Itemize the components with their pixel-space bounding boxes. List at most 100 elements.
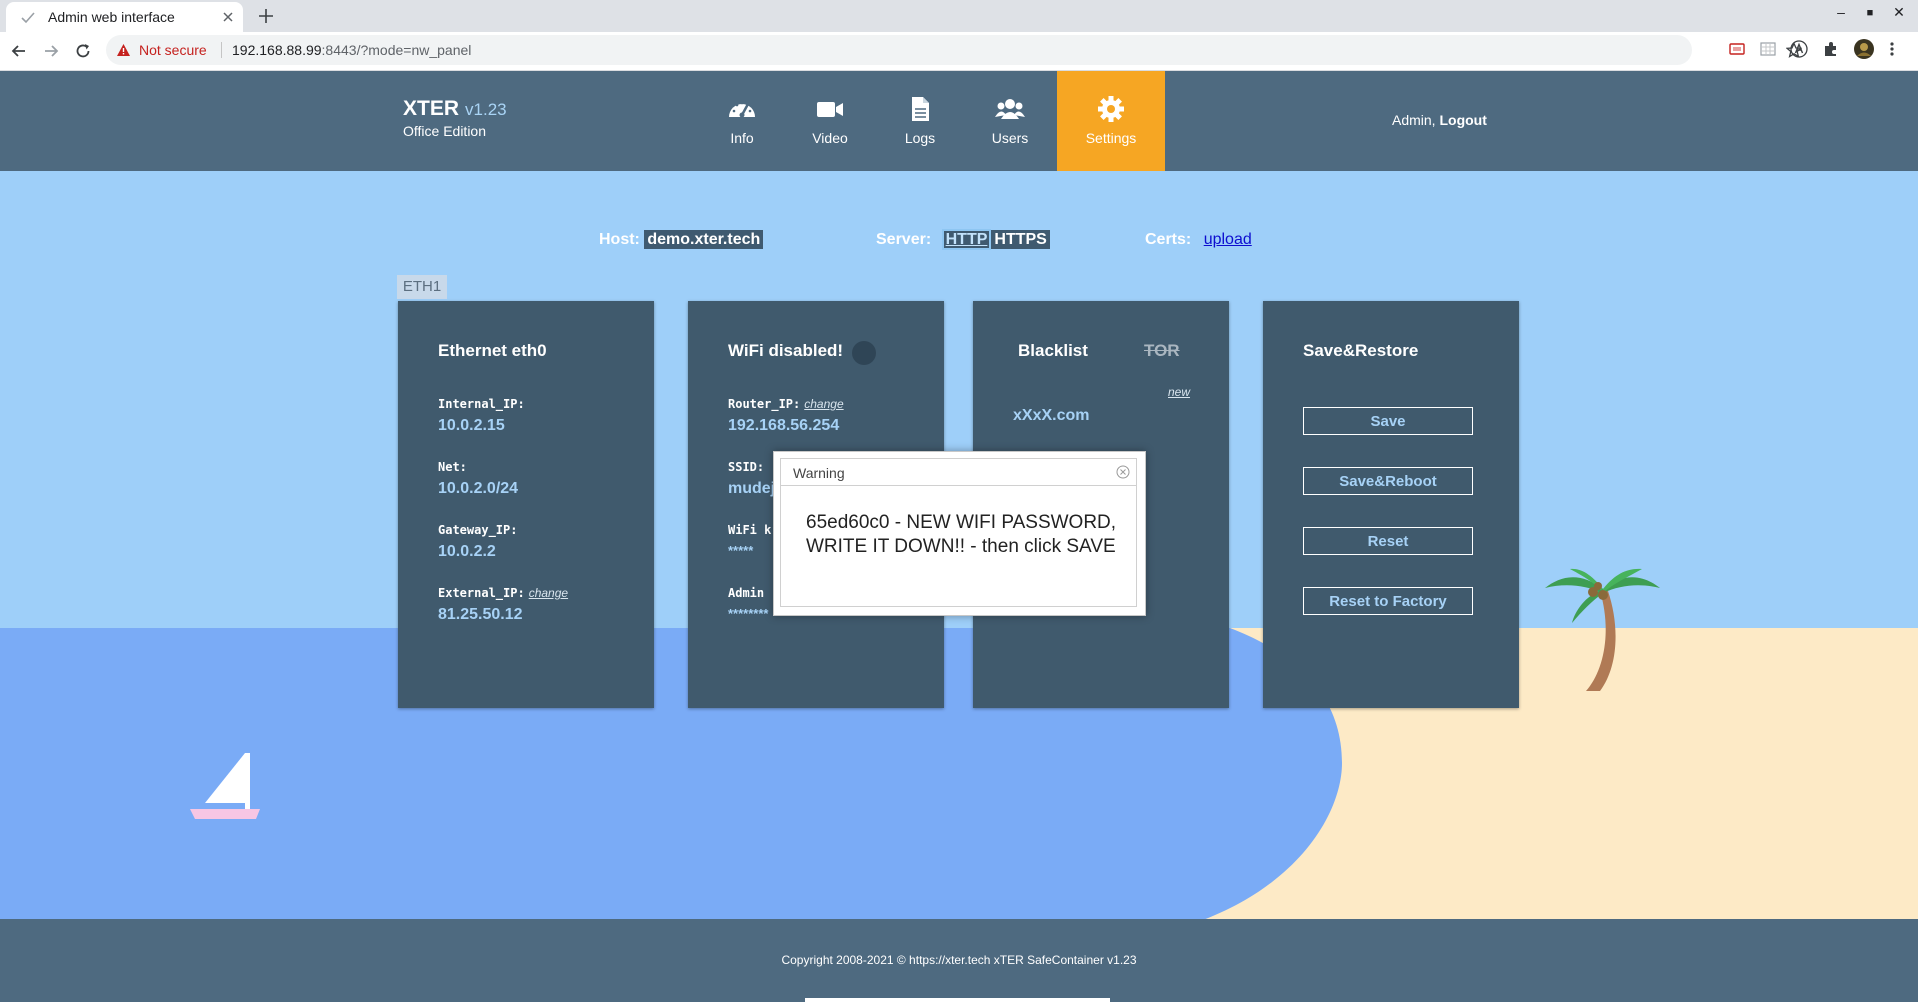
nav-settings[interactable]: Settings — [1057, 71, 1165, 171]
users-icon — [995, 99, 1025, 119]
url-path: :8443/?mode=nw_panel — [321, 42, 472, 58]
browser-toolbar: Not secure 192.168.88.99:8443/?mode=nw_p… — [0, 32, 1918, 71]
check-favicon-icon — [21, 12, 35, 24]
certs-label: Certs: — [1145, 231, 1192, 248]
close-tab-icon[interactable] — [220, 9, 236, 25]
external-ip-change-link[interactable]: change — [529, 586, 568, 600]
wifi-key-label: WiFi k — [728, 523, 772, 537]
internal-ip-label: Internal_IP: — [438, 397, 525, 411]
warning-dialog-body: 65ed60c0 - NEW WIFI PASSWORD, WRITE IT D… — [780, 486, 1137, 607]
tab-title: Admin web interface — [48, 9, 175, 25]
save-reboot-button[interactable]: Save&Reboot — [1303, 467, 1473, 495]
profile-avatar-icon[interactable] — [1854, 39, 1874, 59]
certs-setting: Certs: upload — [1145, 231, 1252, 249]
nav-users[interactable]: Users — [960, 71, 1060, 171]
brand-version: v1.23 — [465, 100, 507, 119]
grid-extension-icon[interactable] — [1759, 40, 1777, 58]
nav-video-label: Video — [812, 130, 848, 146]
eth1-tab[interactable]: ETH1 — [397, 275, 447, 299]
warning-dialog-title: Warning — [793, 465, 845, 481]
host-label: Host: — [599, 231, 640, 248]
address-bar[interactable]: Not secure 192.168.88.99:8443/?mode=nw_p… — [106, 35, 1802, 65]
nav-users-label: Users — [991, 130, 1029, 146]
host-setting: Host: demo.xter.tech — [599, 230, 764, 249]
ethernet-card: Ethernet eth0 Internal_IP: 10.0.2.15 Net… — [398, 301, 654, 708]
server-http-toggle[interactable]: HTTP — [941, 229, 992, 250]
logout-link[interactable]: Logout — [1439, 112, 1486, 128]
certs-upload-link[interactable]: upload — [1204, 231, 1252, 248]
ethernet-title: Ethernet eth0 — [438, 341, 547, 360]
forward-icon[interactable] — [42, 42, 60, 60]
ssid-value[interactable]: mudej — [728, 480, 775, 498]
account-a-icon[interactable] — [1790, 40, 1808, 58]
wifi-title: WiFi disabled! — [728, 341, 844, 360]
external-ip-label: External_IP: change — [438, 586, 568, 600]
router-ip-label-text: Router_IP: — [728, 397, 801, 411]
back-icon[interactable] — [10, 42, 28, 60]
router-ip-change-link[interactable]: change — [804, 397, 843, 411]
close-icon[interactable] — [1116, 465, 1130, 479]
minimize-icon[interactable]: – — [1830, 4, 1852, 20]
reset-factory-button[interactable]: Reset to Factory — [1303, 587, 1473, 615]
top-nav-bar: XTER v1.23 Office Edition Info Video Log… — [0, 71, 1918, 171]
gear-icon — [1098, 96, 1124, 122]
maximize-icon[interactable]: ■ — [1859, 7, 1881, 19]
wifi-toggle[interactable] — [852, 341, 876, 365]
reload-icon[interactable] — [74, 42, 92, 60]
net-label: Net: — [438, 460, 467, 474]
browser-tab[interactable]: Admin web interface — [6, 2, 243, 32]
browser-tab-strip: Admin web interface – ■ ✕ — [0, 0, 1918, 32]
admin-password-value[interactable]: ******** — [728, 606, 768, 621]
browser-menu-icon[interactable] — [1888, 40, 1896, 58]
server-setting: Server: HTTP HTTPS — [876, 229, 1050, 250]
url-host: 192.168.88.99 — [232, 42, 322, 58]
user-name: Admin, — [1392, 112, 1436, 128]
admin-page: XTER v1.23 Office Edition Info Video Log… — [0, 71, 1918, 1002]
not-secure-label[interactable]: Not secure — [139, 42, 207, 58]
net-value: 10.0.2.0/24 — [438, 480, 519, 497]
router-ip-value: 192.168.56.254 — [728, 417, 840, 434]
warning-triangle-icon — [117, 44, 130, 56]
user-box: Admin, Logout — [1392, 112, 1487, 128]
router-ip-label: Router_IP: change — [728, 397, 844, 411]
tor-toggle[interactable]: TOR — [1144, 341, 1180, 361]
save-button[interactable]: Save — [1303, 407, 1473, 435]
nav-logs[interactable]: Logs — [870, 71, 970, 171]
blacklist-title: Blacklist — [1018, 341, 1088, 360]
extensions-puzzle-icon[interactable] — [1822, 40, 1840, 58]
host-value[interactable]: demo.xter.tech — [644, 230, 764, 249]
speedometer-icon — [729, 101, 755, 118]
nav-video[interactable]: Video — [780, 71, 880, 171]
ssid-label: SSID: — [728, 460, 765, 474]
gateway-value: 10.0.2.2 — [438, 543, 496, 560]
warning-message: 65ed60c0 - NEW WIFI PASSWORD, WRITE IT D… — [806, 512, 1117, 557]
server-label: Server: — [876, 231, 932, 248]
server-https-toggle[interactable]: HTTPS — [991, 230, 1050, 249]
cast-extension-icon[interactable] — [1728, 40, 1746, 58]
brand-edition: Office Edition — [403, 123, 487, 139]
address-separator — [221, 42, 222, 58]
external-ip-value: 81.25.50.12 — [438, 606, 523, 623]
wifi-key-value[interactable]: ***** — [728, 543, 753, 558]
nav-settings-label: Settings — [1085, 130, 1137, 146]
url-text[interactable]: 192.168.88.99:8443/?mode=nw_panel — [232, 42, 471, 58]
window-close-icon[interactable]: ✕ — [1888, 4, 1910, 21]
save-restore-title: Save&Restore — [1303, 341, 1419, 360]
brand-name: XTER — [403, 97, 460, 120]
new-tab-icon[interactable] — [256, 6, 276, 26]
blacklist-new-link[interactable]: new — [1168, 385, 1190, 399]
admin-password-label: Admin — [728, 586, 765, 600]
warning-dialog-header: Warning — [780, 458, 1137, 486]
internal-ip-value: 10.0.2.15 — [438, 417, 505, 434]
document-icon — [912, 97, 929, 121]
copyright-text: Copyright 2008-2021 © https://xter.tech … — [781, 953, 1137, 967]
brand[interactable]: XTER v1.23 Office Edition — [403, 97, 507, 139]
warning-dialog: Warning 65ed60c0 - NEW WIFI PASSWORD, WR… — [773, 451, 1146, 616]
external-ip-label-text: External_IP: — [438, 586, 525, 600]
footer-scroll-indicator — [805, 998, 1110, 1002]
footer: Copyright 2008-2021 © https://xter.tech … — [0, 919, 1918, 1002]
blacklist-item[interactable]: xXxX.com — [1013, 407, 1089, 425]
reset-button[interactable]: Reset — [1303, 527, 1473, 555]
gateway-label: Gateway_IP: — [438, 523, 518, 537]
nav-info[interactable]: Info — [692, 71, 792, 171]
